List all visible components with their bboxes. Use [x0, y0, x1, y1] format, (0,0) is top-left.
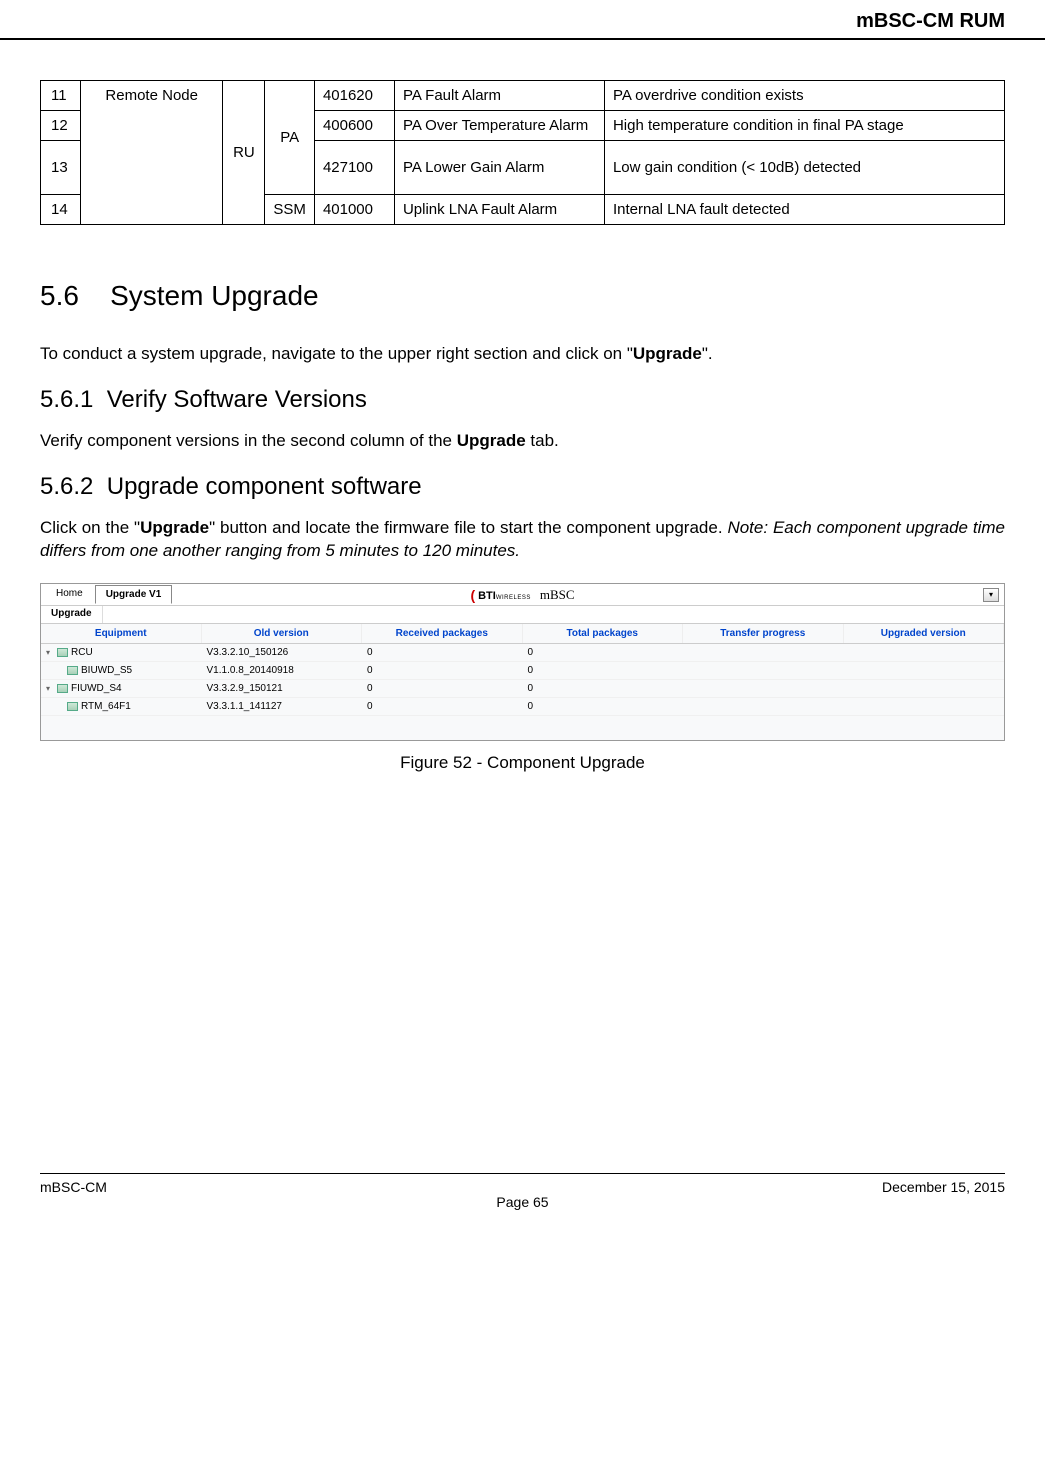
figure-caption: Figure 52 - Component Upgrade	[40, 753, 1005, 773]
node-cell: Remote Node	[81, 81, 223, 225]
table-row: 11 Remote Node RU PA 401620 PA Fault Ala…	[41, 81, 1005, 111]
section-5-6-1-text: Verify component versions in the second …	[40, 429, 1005, 453]
list-item[interactable]: ▾FIUWD_S4 V3.3.2.9_150121 0 0	[41, 680, 1004, 698]
code-cell: 401000	[314, 195, 394, 225]
col-received: Received packages	[362, 624, 523, 643]
list-item[interactable]: BIUWD_S5 V1.1.0.8_20140918 0 0	[41, 662, 1004, 680]
header-title: mBSC-CM RUM	[856, 10, 1005, 32]
subtab-upgrade[interactable]: Upgrade	[41, 606, 103, 623]
sub-cell: SSM	[265, 195, 315, 225]
screenshot-topbar: Home Upgrade V1 ( BTIWIRELESS mBSC ▾	[41, 584, 1004, 606]
list-item[interactable]: RTM_64F1 V3.3.1.1_141127 0 0	[41, 698, 1004, 716]
code-cell: 427100	[314, 141, 394, 195]
code-cell: 400600	[314, 111, 394, 141]
name-cell: PA Over Temperature Alarm	[394, 111, 604, 141]
alarm-table: 11 Remote Node RU PA 401620 PA Fault Ala…	[40, 80, 1005, 225]
page-footer: mBSC-CM December 15, 2015 Page 65	[40, 1173, 1005, 1200]
desc-cell: Internal LNA fault detected	[604, 195, 1004, 225]
tab-home[interactable]: Home	[46, 585, 93, 604]
screenshot-column-headers: Equipment Old version Received packages …	[41, 624, 1004, 644]
screenshot-subtabs: Upgrade	[41, 606, 1004, 624]
section-heading-5-6-1: 5.6.1 Verify Software Versions	[40, 386, 1005, 414]
screenshot-tabs: Home Upgrade V1	[41, 585, 172, 604]
col-upgraded: Upgraded version	[844, 624, 1005, 643]
name-cell: PA Lower Gain Alarm	[394, 141, 604, 195]
screenshot-body: ▾RCU V3.3.2.10_150126 0 0 BIUWD_S5 V1.1.…	[41, 644, 1004, 740]
device-icon	[67, 666, 78, 675]
tab-upgrade[interactable]: Upgrade V1	[95, 585, 173, 604]
device-icon	[57, 684, 68, 693]
code-cell: 401620	[314, 81, 394, 111]
row-num: 12	[41, 111, 81, 141]
device-icon	[67, 702, 78, 711]
page-header: mBSC-CM RUM	[0, 0, 1045, 40]
section-5-6-2-text: Click on the "Upgrade" button and locate…	[40, 516, 1005, 564]
row-num: 11	[41, 81, 81, 111]
col-oldversion: Old version	[202, 624, 363, 643]
upgrade-screenshot: Home Upgrade V1 ( BTIWIRELESS mBSC ▾ Upg…	[40, 583, 1005, 741]
dev-cell: RU	[223, 81, 265, 225]
col-total: Total packages	[523, 624, 684, 643]
section-heading-5-6-2: 5.6.2 Upgrade component software	[40, 473, 1005, 501]
name-cell: Uplink LNA Fault Alarm	[394, 195, 604, 225]
dropdown-icon[interactable]: ▾	[983, 588, 999, 602]
logo: ( BTIWIRELESS mBSC	[470, 587, 574, 603]
subsection-title: Verify Software Versions	[107, 386, 367, 413]
device-icon	[57, 648, 68, 657]
name-cell: PA Fault Alarm	[394, 81, 604, 111]
footer-page: Page 65	[496, 1194, 548, 1210]
footer-right: December 15, 2015	[882, 1179, 1005, 1195]
col-equipment: Equipment	[41, 624, 202, 643]
row-num: 13	[41, 141, 81, 195]
footer-left: mBSC-CM	[40, 1179, 107, 1195]
desc-cell: High temperature condition in final PA s…	[604, 111, 1004, 141]
section-title: System Upgrade	[110, 280, 319, 311]
chevron-down-icon[interactable]: ▾	[46, 684, 54, 693]
list-item[interactable]: ▾RCU V3.3.2.10_150126 0 0	[41, 644, 1004, 662]
desc-cell: PA overdrive condition exists	[604, 81, 1004, 111]
subsection-number: 5.6.2	[40, 473, 93, 500]
subsection-title: Upgrade component software	[107, 473, 422, 500]
subsection-number: 5.6.1	[40, 386, 93, 413]
row-num: 14	[41, 195, 81, 225]
section-number: 5.6	[40, 280, 79, 311]
section-5-6-intro: To conduct a system upgrade, navigate to…	[40, 342, 1005, 366]
page-content: 11 Remote Node RU PA 401620 PA Fault Ala…	[0, 40, 1045, 793]
desc-cell: Low gain condition (< 10dB) detected	[604, 141, 1004, 195]
section-heading-5-6: 5.6 System Upgrade	[40, 280, 1005, 312]
sub-cell: PA	[265, 81, 315, 195]
logo-arc-icon: (	[470, 587, 475, 603]
chevron-down-icon[interactable]: ▾	[46, 648, 54, 657]
col-progress: Transfer progress	[683, 624, 844, 643]
